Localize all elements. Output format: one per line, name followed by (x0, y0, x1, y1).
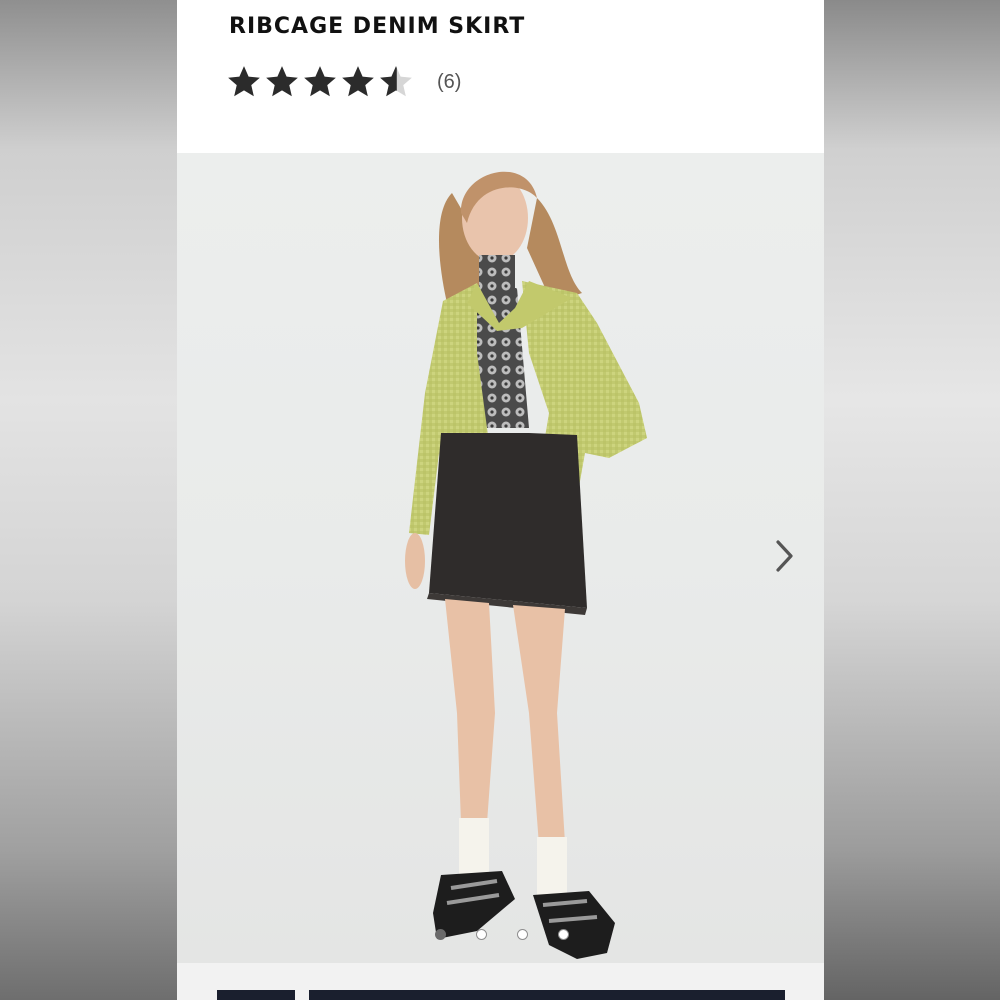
add-to-bag-button[interactable] (309, 990, 785, 1000)
gallery-dot[interactable] (476, 929, 487, 940)
star-icon (342, 66, 374, 97)
product-page: RIBCAGE DENIM SKIRT (6) (177, 0, 824, 1000)
product-title: RIBCAGE DENIM SKIRT (229, 14, 526, 39)
chevron-right-icon[interactable] (767, 536, 801, 576)
star-icon (304, 66, 336, 97)
gallery-dot[interactable] (517, 929, 528, 940)
product-rating[interactable]: (6) (225, 62, 461, 102)
product-image-gallery[interactable] (177, 153, 824, 963)
product-photo (405, 171, 647, 959)
half-star-icon (380, 66, 412, 97)
review-count[interactable]: (6) (437, 71, 461, 94)
gallery-dot[interactable] (435, 929, 446, 940)
left-blur-border (0, 0, 177, 1000)
right-blur-border (824, 0, 1000, 1000)
star-icon (266, 66, 298, 97)
gallery-pagination (435, 929, 569, 940)
screenshot-frame: RIBCAGE DENIM SKIRT (6) (0, 0, 1000, 1000)
gallery-dot[interactable] (558, 929, 569, 940)
rating-stars (225, 63, 415, 101)
star-icon (228, 66, 260, 97)
size-select-button[interactable] (217, 990, 295, 1000)
product-header: RIBCAGE DENIM SKIRT (6) (177, 0, 824, 152)
bottom-action-bar (177, 963, 824, 1000)
